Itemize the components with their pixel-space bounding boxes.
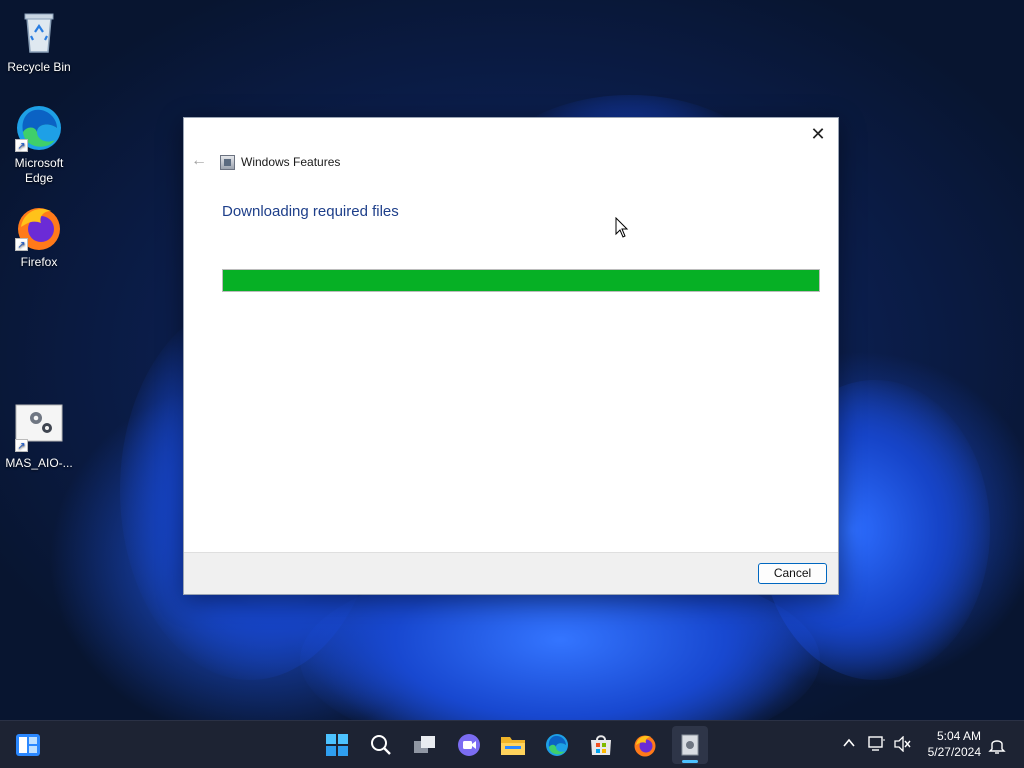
- progress-bar: [222, 269, 820, 292]
- windows-features-icon: [220, 155, 235, 170]
- recycle-bin-icon: [15, 8, 63, 56]
- firefox-icon: ↗: [15, 203, 63, 251]
- clock-time[interactable]: 5:04 AM: [937, 729, 981, 743]
- edge-icon: ↗: [15, 104, 63, 152]
- windows-features-icon: [681, 734, 699, 756]
- desktop-icon-label: MAS_AIO-...: [5, 456, 73, 470]
- desktop-icon-mas-aio[interactable]: ↗ MAS_AIO-...: [0, 404, 78, 471]
- desktop-icon-label: Microsoft Edge: [14, 156, 64, 185]
- dialog-footer: Cancel: [184, 552, 838, 594]
- network-icon[interactable]: [868, 736, 886, 755]
- settings-gear-icon: ↗: [15, 404, 63, 452]
- progress-bar-fill: [223, 270, 819, 291]
- start-icon[interactable]: [323, 731, 351, 759]
- mouse-cursor-icon: [615, 217, 629, 238]
- widgets-icon[interactable]: [14, 731, 42, 759]
- window-title: Windows Features: [241, 155, 341, 169]
- taskbar: 5:04 AM 5/27/2024: [0, 720, 1024, 768]
- store-icon[interactable]: [587, 731, 615, 759]
- close-button[interactable]: ✕: [804, 122, 832, 146]
- shortcut-arrow-icon: ↗: [15, 238, 28, 251]
- back-arrow-icon[interactable]: ←: [191, 152, 207, 170]
- edge-icon[interactable]: [543, 731, 571, 759]
- task-view-icon[interactable]: [411, 731, 439, 759]
- desktop-icon-label: Recycle Bin: [7, 60, 71, 74]
- search-icon[interactable]: [367, 731, 395, 759]
- cancel-button[interactable]: Cancel: [758, 563, 827, 584]
- file-explorer-icon[interactable]: [499, 731, 527, 759]
- volume-muted-icon[interactable]: [894, 735, 912, 755]
- shortcut-arrow-icon: ↗: [15, 439, 28, 452]
- notification-icon[interactable]: [988, 736, 1006, 757]
- windows-features-taskbar-button[interactable]: [672, 726, 708, 764]
- desktop-icon-label: Firefox: [20, 255, 58, 269]
- shortcut-arrow-icon: ↗: [15, 139, 28, 152]
- firefox-icon[interactable]: [631, 731, 659, 759]
- chat-icon[interactable]: [455, 731, 483, 759]
- chevron-up-icon[interactable]: [842, 736, 856, 753]
- clock-date[interactable]: 5/27/2024: [928, 745, 981, 759]
- desktop-icon-firefox[interactable]: ↗ Firefox: [0, 203, 78, 270]
- desktop-icon-recycle-bin[interactable]: Recycle Bin: [0, 8, 78, 75]
- windows-features-dialog: ✕ ← Windows Features Downloading require…: [183, 117, 839, 595]
- desktop-icon-edge[interactable]: ↗ Microsoft Edge: [0, 104, 78, 186]
- active-indicator: [682, 760, 698, 763]
- page-heading: Downloading required files: [222, 203, 399, 220]
